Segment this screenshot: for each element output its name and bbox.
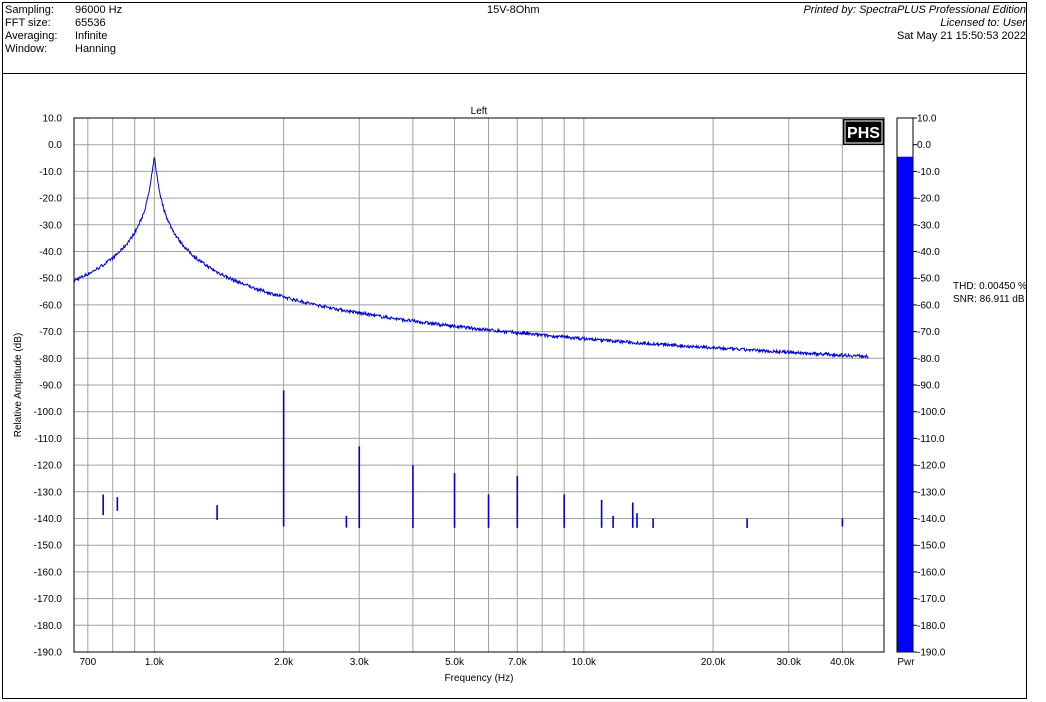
y-tick-label: -140.0 bbox=[34, 514, 63, 525]
y-tick-label: -20.0 bbox=[39, 194, 62, 205]
spectrum-trace bbox=[73, 157, 869, 528]
spectrum-line bbox=[73, 157, 869, 360]
y-tick-label: -90.0 bbox=[39, 381, 62, 392]
y-tick-label: -130.0 bbox=[34, 487, 63, 498]
y-tick-label: -180.0 bbox=[34, 621, 63, 632]
meter-tick-label: -120.0 bbox=[917, 461, 946, 472]
phs-logo: PHS bbox=[843, 119, 884, 145]
power-meter-label: Pwr bbox=[897, 657, 915, 668]
power-meter bbox=[896, 117, 914, 653]
x-tick-label: 30.0k bbox=[776, 657, 801, 668]
meter-tick-label: -190.0 bbox=[917, 648, 946, 659]
y-tick-label: 10.0 bbox=[43, 114, 63, 125]
y-tick-label: -70.0 bbox=[39, 327, 62, 338]
meter-tick-label: -150.0 bbox=[917, 541, 946, 552]
meter-tick-label: -140.0 bbox=[917, 514, 946, 525]
x-tick-label: 1.0k bbox=[145, 657, 165, 668]
y-tick-label: -60.0 bbox=[39, 300, 62, 311]
power-meter-ticks: 10.0 0.0 -10.0 -20.0 -30.0 -40.0 -50.0 -60.0 -70… bbox=[913, 114, 946, 659]
x-tick-label: 5.0k bbox=[445, 657, 465, 668]
phs-logo-text: PHS bbox=[847, 125, 880, 142]
meter-tick-label: -60.0 bbox=[917, 300, 940, 311]
y-tick-label: -110.0 bbox=[34, 434, 62, 445]
y-tick-label: -30.0 bbox=[39, 220, 62, 231]
power-meter-fill bbox=[897, 156, 913, 652]
y-tick-label: -150.0 bbox=[34, 541, 63, 552]
meter-tick-label: -90.0 bbox=[917, 381, 940, 392]
meter-tick-label: -70.0 bbox=[917, 327, 940, 338]
meter-tick-label: 0.0 bbox=[917, 140, 931, 151]
x-tick-label: 40.0k bbox=[830, 657, 855, 668]
x-axis-label: Frequency (Hz) bbox=[445, 673, 514, 684]
meter-tick-label: -110.0 bbox=[917, 434, 945, 445]
y-tick-label: -80.0 bbox=[39, 354, 62, 365]
spectrum-chart: Left Frequency (Hz) Relative Amplitude (… bbox=[13, 106, 946, 684]
y-tick-label: -160.0 bbox=[34, 567, 63, 578]
meter-tick-label: -130.0 bbox=[917, 487, 946, 498]
meter-tick-label: -160.0 bbox=[917, 567, 946, 578]
meter-tick-label: -20.0 bbox=[917, 194, 940, 205]
y-tick-label: -120.0 bbox=[34, 461, 63, 472]
meter-tick-label: -100.0 bbox=[917, 407, 946, 418]
chart-title: Left bbox=[471, 106, 488, 117]
y-tick-label: -10.0 bbox=[39, 167, 62, 178]
meter-tick-label: -10.0 bbox=[917, 167, 940, 178]
x-tick-label: 3.0k bbox=[350, 657, 370, 668]
x-tick-label: 700 bbox=[79, 657, 96, 668]
y-tick-label: -170.0 bbox=[34, 594, 63, 605]
meter-tick-label: -30.0 bbox=[917, 220, 940, 231]
meter-tick-label: 10.0 bbox=[917, 114, 937, 125]
x-tick-label: 20.0k bbox=[701, 657, 726, 668]
y-tick-label: -190.0 bbox=[34, 648, 63, 659]
meter-tick-label: -50.0 bbox=[917, 274, 940, 285]
x-tick-label: 10.0k bbox=[572, 657, 597, 668]
y-tick-label: -50.0 bbox=[39, 274, 62, 285]
meter-tick-label: -180.0 bbox=[917, 621, 946, 632]
x-axis-ticks: 700 1.0k 2.0k 3.0k 5.0k 7.0k 10.0k 20.0k 30.0k 40… bbox=[79, 657, 855, 668]
y-axis-ticks: 10.0 0.0 -10.0 -20.0 -30.0 -40.0 -50.0 -60.0 -70… bbox=[34, 114, 63, 659]
plot-grid bbox=[74, 117, 884, 653]
meter-tick-label: -40.0 bbox=[917, 247, 940, 258]
x-tick-label: 2.0k bbox=[274, 657, 294, 668]
x-tick-label: 7.0k bbox=[508, 657, 528, 668]
y-tick-label: 0.0 bbox=[48, 140, 62, 151]
y-tick-label: -40.0 bbox=[39, 247, 62, 258]
y-tick-label: -100.0 bbox=[34, 407, 63, 418]
meter-tick-label: -170.0 bbox=[917, 594, 946, 605]
meter-tick-label: -80.0 bbox=[917, 354, 940, 365]
y-axis-label: Relative Amplitude (dB) bbox=[13, 333, 24, 438]
